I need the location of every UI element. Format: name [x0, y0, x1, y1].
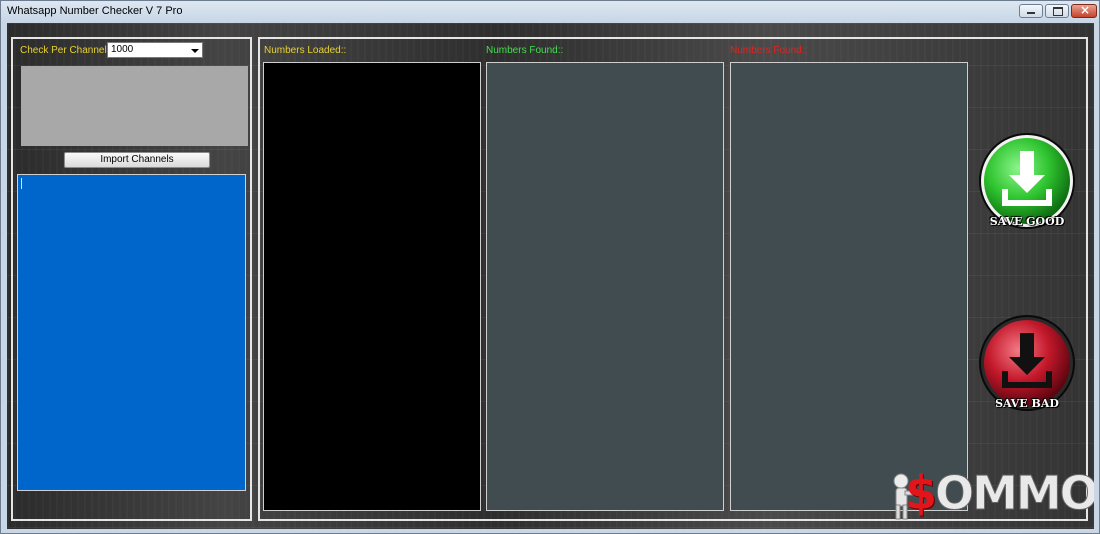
- import-channels-button[interactable]: Import Channels: [64, 152, 210, 168]
- numbers-loaded-list[interactable]: [263, 62, 481, 511]
- minimize-button[interactable]: [1019, 4, 1043, 18]
- save-bad-button[interactable]: SAVE BAD: [977, 313, 1077, 413]
- numbers-notfound-label: Numbers Found::: [730, 45, 808, 56]
- save-bad-label: SAVE BAD: [995, 397, 1059, 410]
- save-good-label: SAVE GOOD: [989, 215, 1065, 228]
- title-bar: Whatsapp Number Checker V 7 Pro ×: [1, 1, 1099, 23]
- channels-textarea[interactable]: [17, 174, 246, 491]
- text-caret: [21, 178, 22, 189]
- maximize-icon: [1053, 7, 1063, 16]
- channel-preview-area: [21, 66, 248, 146]
- numbers-found-list[interactable]: [486, 62, 724, 511]
- check-per-channel-label: Check Per Channel::: [20, 45, 113, 56]
- app-window: Whatsapp Number Checker V 7 Pro × Check …: [0, 0, 1100, 534]
- chevron-down-icon: [191, 49, 199, 53]
- window-title: Whatsapp Number Checker V 7 Pro: [7, 5, 183, 17]
- numbers-found-label: Numbers Found::: [486, 45, 564, 56]
- watermark-dollar: $: [905, 466, 937, 520]
- maximize-button[interactable]: [1045, 4, 1069, 18]
- numbers-loaded-label: Numbers Loaded::: [264, 45, 347, 56]
- check-per-channel-select[interactable]: 1000: [107, 42, 203, 58]
- client-area: Check Per Channel:: 1000 Import Channels…: [7, 23, 1094, 529]
- watermark-text: $OMMO: [905, 466, 1094, 521]
- numbers-notfound-list[interactable]: [730, 62, 968, 511]
- close-icon: ×: [1080, 3, 1091, 17]
- watermark-word: OMMO: [935, 466, 1094, 521]
- check-per-channel-value: 1000: [111, 44, 134, 55]
- close-button[interactable]: ×: [1071, 3, 1097, 18]
- watermark-logo: $OMMO: [887, 463, 1094, 523]
- minimize-icon: [1027, 12, 1035, 14]
- save-good-button[interactable]: SAVE GOOD: [977, 131, 1077, 231]
